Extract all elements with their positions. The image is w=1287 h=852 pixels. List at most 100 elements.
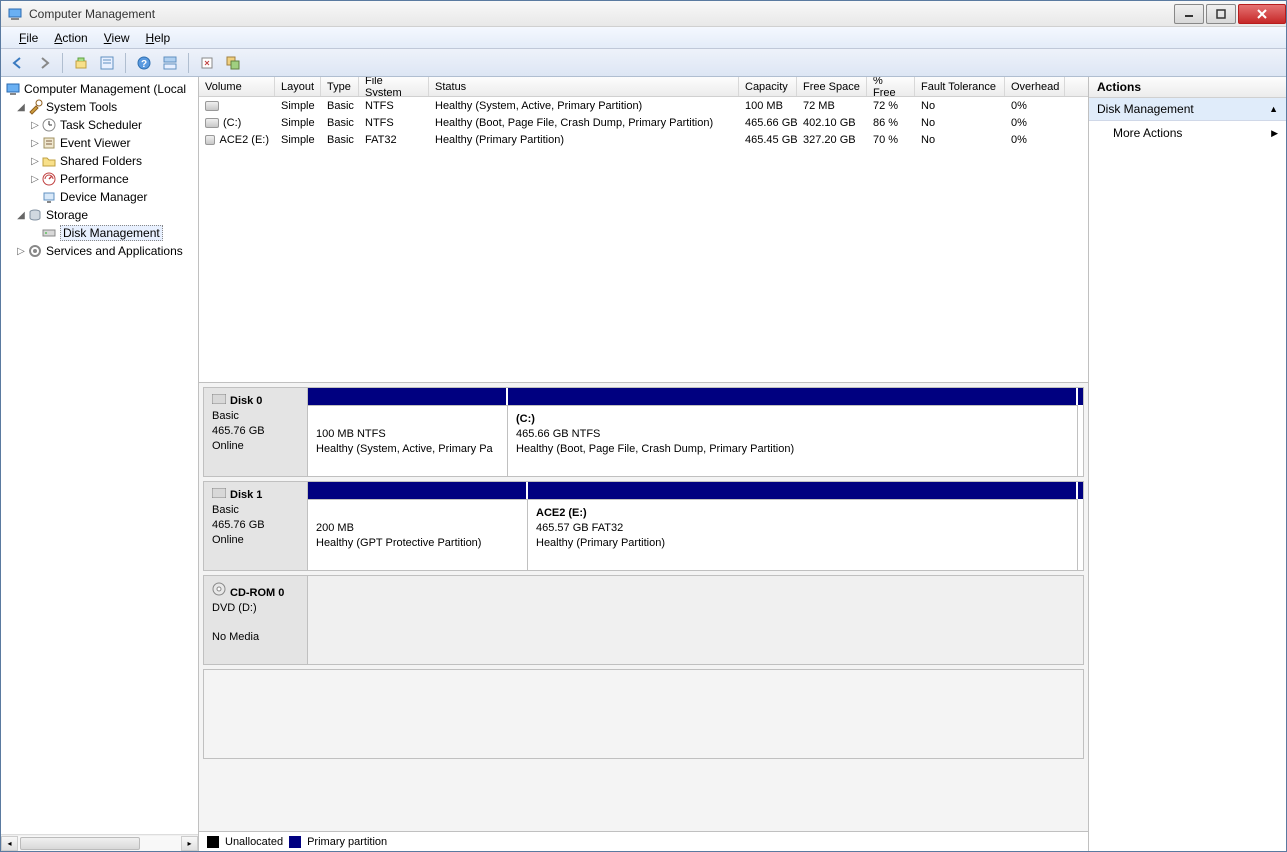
partition[interactable]: (C:)465.66 GB NTFSHealthy (Boot, Page Fi…	[508, 405, 1078, 476]
disk-info[interactable]: Disk 0Basic465.76 GBOnline	[204, 388, 308, 476]
menu-help[interactable]: Help	[138, 29, 179, 47]
volume-cell: 402.10 GB	[797, 114, 867, 131]
tools-icon	[27, 99, 43, 115]
computer-icon	[5, 81, 21, 97]
titlebar[interactable]: Computer Management	[1, 1, 1286, 27]
col-overhead[interactable]: Overhead	[1005, 77, 1065, 96]
tree-services[interactable]: ▷ Services and Applications	[1, 242, 198, 260]
disk-colorbar	[308, 482, 1083, 499]
disk-partitions: 200 MBHealthy (GPT Protective Partition)…	[308, 482, 1083, 570]
tree-storage[interactable]: ◢ Storage	[1, 206, 198, 224]
expand-icon[interactable]: ▷	[15, 246, 27, 257]
col-type[interactable]: Type	[321, 77, 359, 96]
partition[interactable]: ACE2 (E:)465.57 GB FAT32Healthy (Primary…	[528, 499, 1078, 570]
services-icon	[27, 243, 43, 259]
tree-task-scheduler[interactable]: ▷ Task Scheduler	[1, 116, 198, 134]
window-title: Computer Management	[29, 7, 1172, 21]
refresh-button[interactable]	[196, 52, 218, 74]
tree-system-tools[interactable]: ◢ System Tools	[1, 98, 198, 116]
col-pctfree[interactable]: % Free	[867, 77, 915, 96]
settings-button[interactable]	[222, 52, 244, 74]
minimize-button[interactable]	[1174, 4, 1204, 24]
volume-cell: FAT32	[359, 131, 429, 148]
drive-icon	[205, 101, 219, 111]
volume-cell: 0%	[1005, 97, 1065, 114]
tree-performance[interactable]: ▷ Performance	[1, 170, 198, 188]
event-icon	[41, 135, 57, 151]
col-status[interactable]: Status	[429, 77, 739, 96]
volume-cell: Healthy (Boot, Page File, Crash Dump, Pr…	[429, 114, 739, 131]
volume-row[interactable]: SimpleBasicNTFSHealthy (System, Active, …	[199, 97, 1088, 114]
view-top-button[interactable]	[159, 52, 181, 74]
back-button[interactable]	[7, 52, 29, 74]
toolbar: ?	[1, 49, 1286, 77]
col-volume[interactable]: Volume	[199, 77, 275, 96]
expand-icon[interactable]: ▷	[29, 120, 41, 131]
actions-section[interactable]: Disk Management ▲	[1089, 98, 1286, 121]
volume-cell: No	[915, 114, 1005, 131]
help-button[interactable]: ?	[133, 52, 155, 74]
folder-icon	[41, 153, 57, 169]
volume-cell: No	[915, 97, 1005, 114]
close-button[interactable]	[1238, 4, 1286, 24]
volume-cell: Basic	[321, 97, 359, 114]
volume-cell: NTFS	[359, 97, 429, 114]
disk-partitions	[308, 576, 1083, 664]
expand-icon[interactable]: ▷	[29, 156, 41, 167]
volume-cell	[199, 97, 275, 114]
col-filesystem[interactable]: File System	[359, 77, 429, 96]
menu-view[interactable]: View	[96, 29, 138, 47]
volume-cell: Basic	[321, 131, 359, 148]
disk-icon	[212, 394, 226, 409]
tree-hscrollbar[interactable]: ◂ ▸	[1, 834, 198, 851]
actions-more[interactable]: More Actions ▶	[1089, 121, 1286, 145]
col-capacity[interactable]: Capacity	[739, 77, 797, 96]
menu-action[interactable]: Action	[46, 29, 95, 47]
up-button[interactable]	[70, 52, 92, 74]
volume-cell: 0%	[1005, 114, 1065, 131]
volume-cell: 465.45 GB	[739, 131, 797, 148]
expand-icon[interactable]: ▷	[29, 138, 41, 149]
performance-icon	[41, 171, 57, 187]
volume-list: Volume Layout Type File System Status Ca…	[199, 77, 1088, 382]
scroll-right-button[interactable]: ▸	[181, 836, 198, 851]
volume-row[interactable]: ACE2 (E:)SimpleBasicFAT32Healthy (Primar…	[199, 131, 1088, 148]
scroll-thumb[interactable]	[20, 837, 140, 850]
volume-cell: No	[915, 131, 1005, 148]
partition[interactable]: 200 MBHealthy (GPT Protective Partition)	[308, 499, 528, 570]
forward-button[interactable]	[33, 52, 55, 74]
collapse-icon[interactable]: ◢	[15, 102, 27, 113]
expand-icon[interactable]: ▷	[29, 174, 41, 185]
volume-cell: 327.20 GB	[797, 131, 867, 148]
clock-icon	[41, 117, 57, 133]
disk-partitions: 100 MB NTFSHealthy (System, Active, Prim…	[308, 388, 1083, 476]
volume-cell: 86 %	[867, 114, 915, 131]
tree-root[interactable]: Computer Management (Local	[1, 80, 198, 98]
volume-cell: Basic	[321, 114, 359, 131]
maximize-button[interactable]	[1206, 4, 1236, 24]
volume-row[interactable]: (C:)SimpleBasicNTFSHealthy (Boot, Page F…	[199, 114, 1088, 131]
col-fault[interactable]: Fault Tolerance	[915, 77, 1005, 96]
legend-unallocated-swatch	[207, 836, 219, 848]
col-freespace[interactable]: Free Space	[797, 77, 867, 96]
volume-cell: (C:)	[199, 114, 275, 131]
volume-cell: NTFS	[359, 114, 429, 131]
collapse-icon[interactable]: ◢	[15, 210, 27, 221]
volume-cell: 72 %	[867, 97, 915, 114]
col-layout[interactable]: Layout	[275, 77, 321, 96]
center-panel: Volume Layout Type File System Status Ca…	[199, 77, 1089, 851]
drive-icon	[205, 118, 219, 128]
volume-cell: Simple	[275, 97, 321, 114]
graphical-view: Disk 0Basic465.76 GBOnline100 MB NTFSHea…	[199, 382, 1088, 831]
tree-shared-folders[interactable]: ▷ Shared Folders	[1, 152, 198, 170]
properties-button[interactable]	[96, 52, 118, 74]
tree-device-manager[interactable]: Device Manager	[1, 188, 198, 206]
partition[interactable]: 100 MB NTFSHealthy (System, Active, Prim…	[308, 405, 508, 476]
menu-file[interactable]: File	[11, 29, 46, 47]
tree-event-viewer[interactable]: ▷ Event Viewer	[1, 134, 198, 152]
disk-info[interactable]: Disk 1Basic465.76 GBOnline	[204, 482, 308, 570]
disk-info[interactable]: CD-ROM 0DVD (D:)No Media	[204, 576, 308, 664]
scroll-left-button[interactable]: ◂	[1, 836, 18, 851]
tree-disk-management[interactable]: Disk Management	[1, 224, 198, 242]
legend-unallocated-label: Unallocated	[225, 836, 283, 848]
